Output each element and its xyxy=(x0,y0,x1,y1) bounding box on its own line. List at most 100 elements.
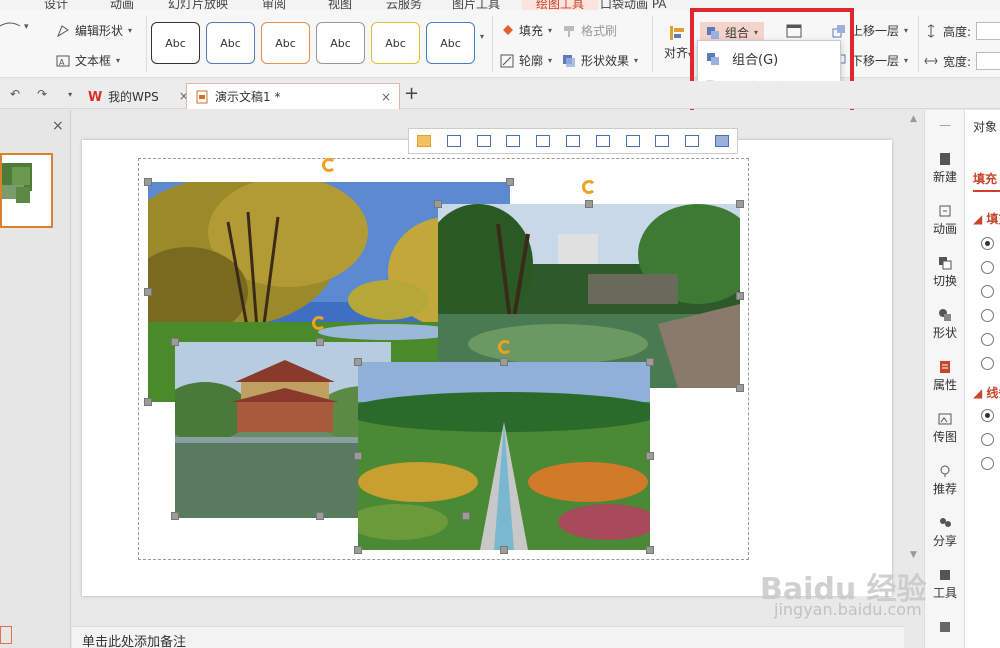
outline-button[interactable]: 轮廓 ▾ xyxy=(500,52,552,69)
style-gallery-more-button[interactable]: ▾ xyxy=(480,32,484,41)
resize-handle[interactable] xyxy=(500,546,508,554)
redo-icon[interactable]: ↷ xyxy=(37,87,47,101)
edit-shape-button[interactable]: 编辑形状 ▾ xyxy=(56,22,132,39)
close-tab-icon[interactable]: × xyxy=(381,90,391,104)
shape-style-6[interactable]: Abc xyxy=(426,22,475,64)
align-button[interactable]: 对齐▾ xyxy=(664,24,692,61)
quick-access-more-icon[interactable]: ▾ xyxy=(68,90,72,99)
resize-handle[interactable] xyxy=(354,452,362,460)
tab-my-wps[interactable]: W 我的WPS × xyxy=(80,83,197,109)
align-spacing-icon[interactable] xyxy=(685,135,700,147)
sidebar-item-new[interactable]: 新建 xyxy=(925,152,965,185)
resize-handle[interactable] xyxy=(646,546,654,554)
scroll-down-icon[interactable]: ▼ xyxy=(910,550,917,560)
resize-handle[interactable] xyxy=(646,358,654,366)
close-pane-icon[interactable]: × xyxy=(52,118,64,134)
distribute-horizontal-icon[interactable] xyxy=(595,135,610,147)
fill-option-radio[interactable] xyxy=(981,309,994,322)
resize-handle[interactable] xyxy=(736,292,744,300)
resize-handle[interactable] xyxy=(144,178,152,186)
fill-option-radio[interactable] xyxy=(981,333,994,346)
resize-handle[interactable] xyxy=(316,338,324,346)
sidebar-item-transition[interactable]: 切换 xyxy=(925,256,965,289)
sidebar-item-shape[interactable]: 形状 xyxy=(925,308,965,341)
resize-handle[interactable] xyxy=(462,512,470,520)
resize-handle[interactable] xyxy=(646,452,654,460)
fill-option-radio[interactable] xyxy=(981,261,994,274)
sidebar-item-upload-image[interactable]: 传图 xyxy=(925,412,965,445)
slide-thumbnail-1[interactable] xyxy=(0,153,53,228)
format-painter-button[interactable]: 格式刷 xyxy=(562,22,617,39)
distribute-vertical-icon[interactable] xyxy=(625,135,640,147)
sidebar-item-properties[interactable]: 属性 xyxy=(925,360,965,393)
resize-handle[interactable] xyxy=(354,358,362,366)
resize-handle[interactable] xyxy=(354,546,362,554)
line-option-radio[interactable] xyxy=(981,457,994,470)
selection-pane-icon-button[interactable] xyxy=(786,24,802,38)
shape-line-preview[interactable]: ▾ xyxy=(0,18,46,32)
sidebar-item-recommend[interactable]: 推荐 xyxy=(925,464,965,497)
line-option-radio[interactable] xyxy=(981,433,994,446)
resize-handle[interactable] xyxy=(585,200,593,208)
rotate-handle-icon[interactable] xyxy=(312,316,326,330)
align-top-icon[interactable] xyxy=(506,135,521,147)
line-option-radio[interactable] xyxy=(981,409,994,422)
height-input[interactable] xyxy=(976,22,1000,40)
resize-handle[interactable] xyxy=(144,398,152,406)
resize-handle[interactable] xyxy=(506,178,514,186)
textbox-button[interactable]: A 文本框 ▾ xyxy=(56,52,120,69)
undo-redo-buttons[interactable]: ↶ ↷ ▾ xyxy=(10,87,72,101)
tab-drawing-tools[interactable]: 绘图工具 xyxy=(522,0,599,10)
shape-style-5[interactable]: Abc xyxy=(371,22,420,64)
tab-cloud[interactable]: 云服务 xyxy=(386,0,422,10)
rotate-handle-icon[interactable] xyxy=(322,158,336,172)
tab-animation[interactable]: 动画 xyxy=(110,0,134,10)
scroll-up-icon[interactable]: ▲ xyxy=(910,114,917,124)
width-field[interactable]: 宽度: xyxy=(924,52,1000,70)
resize-handle[interactable] xyxy=(316,512,324,520)
resize-handle[interactable] xyxy=(434,200,442,208)
resize-handle[interactable] xyxy=(500,358,508,366)
resize-handle[interactable] xyxy=(736,200,744,208)
tab-pocket-animation[interactable]: 口袋动画 PA xyxy=(600,0,667,10)
width-input[interactable] xyxy=(976,52,1000,70)
align-middle-icon[interactable] xyxy=(536,135,551,147)
align-right-icon[interactable] xyxy=(476,135,491,147)
group-objects-icon[interactable] xyxy=(715,135,730,147)
shape-style-4[interactable]: Abc xyxy=(316,22,365,64)
sidebar-bottom-icon[interactable] xyxy=(925,620,965,636)
align-center-icon[interactable] xyxy=(446,135,461,147)
vertical-scrollbar[interactable]: ▲ ▼ xyxy=(904,110,924,648)
photo-terraced-garden[interactable] xyxy=(358,362,650,550)
align-bottom-icon[interactable] xyxy=(565,135,580,147)
resize-handle[interactable] xyxy=(144,288,152,296)
tab-document[interactable]: 演示文稿1 * × xyxy=(186,83,400,109)
fill-option-radio[interactable] xyxy=(981,357,994,370)
tab-review[interactable]: 审阅 xyxy=(262,0,286,10)
shape-style-3[interactable]: Abc xyxy=(261,22,310,64)
send-backward-button[interactable]: 下移一层 ▾ xyxy=(832,52,908,69)
slide[interactable] xyxy=(82,140,892,596)
align-grid-icon[interactable] xyxy=(655,135,670,147)
notes-pane[interactable]: 单击此处添加备注 xyxy=(72,626,904,648)
shape-style-2[interactable]: Abc xyxy=(206,22,255,64)
sidebar-collapse-icon[interactable]: — xyxy=(925,118,965,132)
fill-option-radio[interactable] xyxy=(981,237,994,250)
resize-handle[interactable] xyxy=(171,512,179,520)
rotate-handle-icon[interactable] xyxy=(498,340,512,354)
new-tab-button[interactable]: + xyxy=(404,83,419,104)
tab-design[interactable]: 设计 xyxy=(44,0,68,10)
tab-slideshow[interactable]: 幻灯片放映 xyxy=(168,0,228,10)
shape-style-1[interactable]: Abc xyxy=(151,22,200,64)
resize-handle[interactable] xyxy=(736,384,744,392)
sidebar-item-animation[interactable]: 动画 xyxy=(925,204,965,237)
group-menu-item[interactable]: 组合(G) xyxy=(706,49,778,68)
tab-fill[interactable]: 填充 xyxy=(973,170,997,187)
rotate-handle-icon[interactable] xyxy=(582,180,596,194)
photo-garden-lake[interactable] xyxy=(438,204,740,388)
sidebar-item-tools[interactable]: 工具 xyxy=(925,568,965,601)
tab-picture-tools[interactable]: 图片工具 xyxy=(452,0,500,10)
sidebar-item-share[interactable]: 分享 xyxy=(925,516,965,549)
align-left-icon[interactable] xyxy=(416,135,431,147)
resize-handle[interactable] xyxy=(171,338,179,346)
